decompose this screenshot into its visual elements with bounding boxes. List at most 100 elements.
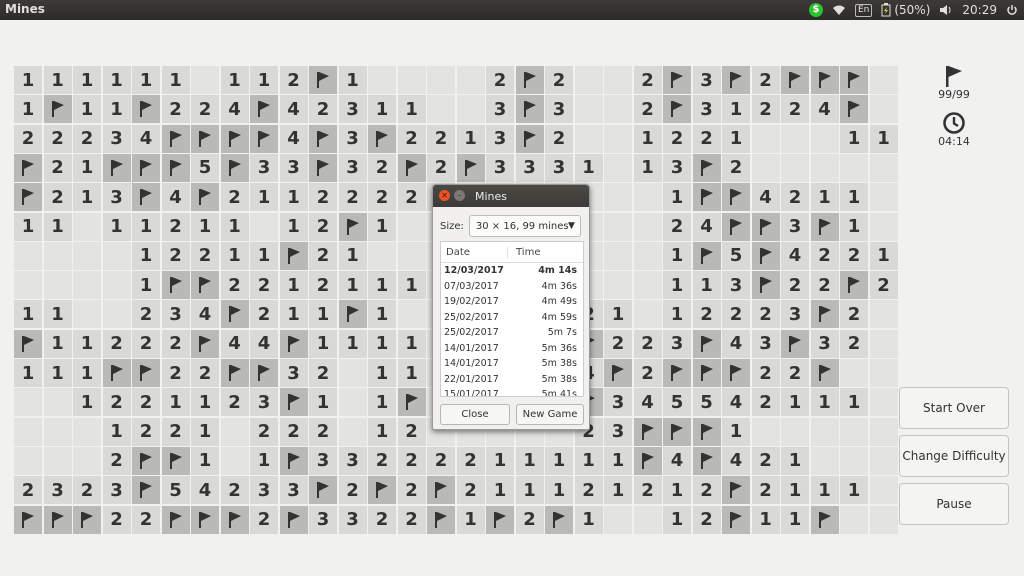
empty-cell[interactable]	[604, 66, 632, 94]
number-cell[interactable]: 3	[43, 476, 72, 505]
empty-cell[interactable]	[604, 124, 632, 153]
flagged-cell[interactable]	[368, 124, 396, 153]
number-cell[interactable]: 2	[781, 359, 809, 387]
number-cell[interactable]: 2	[545, 66, 573, 94]
number-cell[interactable]: 1	[191, 212, 219, 241]
number-cell[interactable]: 1	[840, 388, 868, 417]
flagged-cell[interactable]	[781, 329, 809, 358]
empty-cell[interactable]	[43, 446, 72, 475]
empty-cell[interactable]	[250, 212, 278, 241]
number-cell[interactable]: 2	[810, 241, 839, 270]
flagged-cell[interactable]	[840, 95, 868, 124]
number-cell[interactable]: 1	[781, 446, 809, 475]
number-cell[interactable]: 2	[132, 329, 160, 358]
number-cell[interactable]: 3	[102, 476, 131, 505]
number-cell[interactable]: 3	[338, 95, 367, 124]
empty-cell[interactable]	[73, 212, 101, 241]
flagged-cell[interactable]	[810, 66, 839, 94]
number-cell[interactable]: 4	[663, 446, 691, 475]
number-cell[interactable]: 1	[545, 446, 573, 475]
number-cell[interactable]: 1	[397, 95, 426, 124]
number-cell[interactable]: 1	[191, 417, 219, 446]
empty-cell[interactable]	[73, 271, 101, 300]
flagged-cell[interactable]	[663, 95, 691, 124]
number-cell[interactable]: 3	[722, 271, 750, 300]
empty-cell[interactable]	[840, 153, 868, 182]
number-cell[interactable]: 1	[368, 300, 396, 329]
empty-cell[interactable]	[397, 300, 426, 329]
flagged-cell[interactable]	[722, 66, 750, 94]
empty-cell[interactable]	[604, 505, 632, 534]
number-cell[interactable]: 1	[279, 212, 308, 241]
flagged-cell[interactable]	[515, 66, 544, 94]
number-cell[interactable]: 3	[751, 329, 780, 358]
number-cell[interactable]: 2	[102, 505, 131, 534]
empty-cell[interactable]	[869, 212, 898, 241]
number-cell[interactable]: 1	[663, 476, 691, 505]
flagged-cell[interactable]	[810, 300, 839, 329]
number-cell[interactable]: 1	[73, 329, 101, 358]
flagged-cell[interactable]	[102, 359, 131, 387]
flagged-cell[interactable]	[338, 212, 367, 241]
empty-cell[interactable]	[368, 66, 396, 94]
number-cell[interactable]: 2	[869, 271, 898, 300]
empty-cell[interactable]	[869, 476, 898, 505]
score-row[interactable]: 14/01/2017 5m 36s	[441, 341, 583, 357]
number-cell[interactable]: 1	[456, 505, 485, 534]
number-cell[interactable]: 1	[486, 446, 514, 475]
empty-cell[interactable]	[14, 417, 42, 446]
empty-cell[interactable]	[633, 183, 662, 212]
flagged-cell[interactable]	[161, 505, 190, 534]
empty-cell[interactable]	[751, 124, 780, 153]
number-cell[interactable]: 1	[132, 212, 160, 241]
number-cell[interactable]: 3	[692, 66, 721, 94]
flagged-cell[interactable]	[73, 505, 101, 534]
empty-cell[interactable]	[191, 66, 219, 94]
number-cell[interactable]: 1	[663, 271, 691, 300]
empty-cell[interactable]	[456, 95, 485, 124]
empty-cell[interactable]	[810, 153, 839, 182]
number-cell[interactable]: 2	[250, 271, 278, 300]
number-cell[interactable]: 1	[692, 271, 721, 300]
flagged-cell[interactable]	[250, 95, 278, 124]
number-cell[interactable]: 1	[43, 300, 72, 329]
number-cell[interactable]: 1	[309, 329, 337, 358]
number-cell[interactable]: 1	[810, 476, 839, 505]
number-cell[interactable]: 2	[751, 359, 780, 387]
number-cell[interactable]: 3	[692, 95, 721, 124]
flagged-cell[interactable]	[604, 359, 632, 387]
number-cell[interactable]: 2	[397, 183, 426, 212]
flagged-cell[interactable]	[722, 476, 750, 505]
number-cell[interactable]: 2	[633, 329, 662, 358]
empty-cell[interactable]	[43, 271, 72, 300]
empty-cell[interactable]	[338, 359, 367, 387]
number-cell[interactable]: 2	[161, 95, 190, 124]
number-cell[interactable]: 1	[663, 505, 691, 534]
number-cell[interactable]: 3	[338, 124, 367, 153]
flagged-cell[interactable]	[309, 66, 337, 94]
number-cell[interactable]: 2	[397, 124, 426, 153]
empty-cell[interactable]	[633, 271, 662, 300]
number-cell[interactable]: 1	[338, 329, 367, 358]
number-cell[interactable]: 1	[368, 95, 396, 124]
flagged-cell[interactable]	[279, 505, 308, 534]
empty-cell[interactable]	[14, 271, 42, 300]
number-cell[interactable]: 2	[161, 359, 190, 387]
number-cell[interactable]: 2	[663, 124, 691, 153]
flagged-cell[interactable]	[132, 359, 160, 387]
number-cell[interactable]: 2	[161, 241, 190, 270]
empty-cell[interactable]	[397, 212, 426, 241]
change-difficulty-button[interactable]: Change Difficulty	[899, 435, 1009, 477]
time-column-header[interactable]: Time	[507, 246, 540, 258]
number-cell[interactable]: 1	[43, 212, 72, 241]
number-cell[interactable]: 2	[73, 476, 101, 505]
number-cell[interactable]: 2	[220, 271, 249, 300]
empty-cell[interactable]	[869, 505, 898, 534]
number-cell[interactable]: 2	[722, 300, 750, 329]
flagged-cell[interactable]	[279, 446, 308, 475]
number-cell[interactable]: 1	[14, 212, 42, 241]
number-cell[interactable]: 2	[781, 183, 809, 212]
number-cell[interactable]: 2	[309, 359, 337, 387]
number-cell[interactable]: 4	[722, 329, 750, 358]
number-cell[interactable]: 1	[73, 66, 101, 94]
